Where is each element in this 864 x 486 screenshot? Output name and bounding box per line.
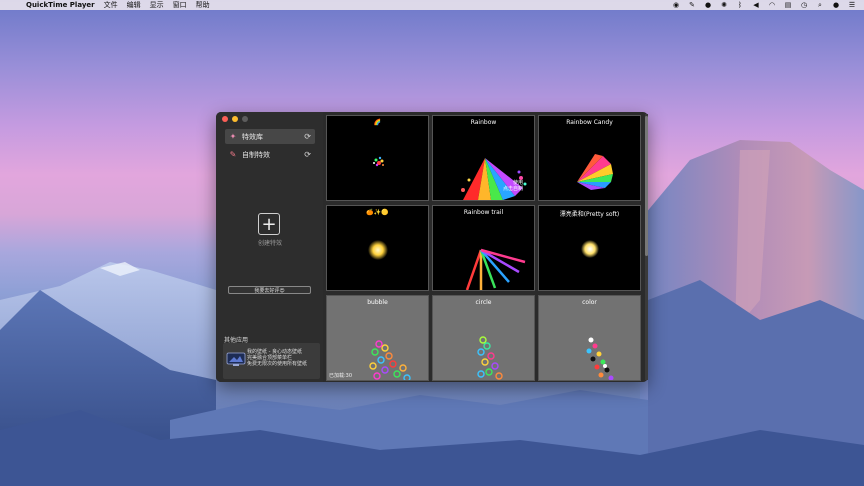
other-app-ad[interactable]: 我的壁纸 - 良心动态壁纸 完美融合顶部菜单栏 免费无限次的使用所有壁纸: [223, 343, 320, 379]
ad-text: 我的壁纸 - 良心动态壁纸 完美融合顶部菜单栏 免费无限次的使用所有壁纸: [247, 349, 307, 367]
loaded-count: 已加载:30: [329, 373, 353, 379]
effect-card[interactable]: 🍊✨🟡: [326, 205, 429, 291]
zoom-button[interactable]: [242, 116, 248, 122]
effect-card[interactable]: 🌈: [326, 115, 429, 201]
menu-bar: QuickTime Player 文件 编辑 显示 窗口 帮助 ◉ ✎ ● ✺ …: [0, 0, 864, 10]
refresh-icon[interactable]: ⟳: [304, 132, 311, 141]
refresh-icon[interactable]: ⟳: [304, 150, 311, 159]
overlay-line-2: 点击自制: [503, 186, 524, 192]
menu-view[interactable]: 显示: [150, 0, 164, 10]
effect-card[interactable]: Rainbow trail: [432, 205, 535, 291]
effect-card[interactable]: 漂亮柔和(Pretty soft): [538, 205, 641, 291]
sidebar: ✦ 特效库 ⟳ ✎ 自制特效 ⟳ + 创建特效 我要去好评😍 其他应用 我的壁纸…: [216, 112, 323, 382]
sidebar-item-label: 特效库: [242, 132, 263, 141]
wechat-icon[interactable]: ●: [704, 1, 712, 9]
soft-dot-preview: [581, 240, 599, 258]
brush-icon: ✎: [229, 150, 237, 159]
create-effect-button[interactable]: +: [258, 213, 280, 235]
clock-icon[interactable]: ◷: [800, 1, 808, 9]
circles-preview: [477, 336, 503, 380]
status-area: ◉ ✎ ● ✺ ᛒ ◀ ◠ ▤ ◷ ⌕ ● ☰: [672, 0, 856, 10]
scrollbar-thumb[interactable]: [645, 116, 648, 256]
overlay-text: 使用 点击自制: [503, 180, 523, 192]
sidebar-item-custom-effects[interactable]: ✎ 自制特效 ⟳: [225, 147, 315, 162]
ad-line-3: 免费无限次的使用所有壁纸: [247, 361, 308, 367]
flag-icon[interactable]: ▤: [784, 1, 792, 9]
effect-card[interactable]: Rainbow 使用 点击自制: [432, 115, 535, 201]
menu-edit[interactable]: 编辑: [127, 0, 141, 10]
menu-window[interactable]: 窗口: [173, 0, 187, 10]
volume-icon[interactable]: ◀: [752, 1, 760, 9]
sidebar-item-label: 自制特效: [242, 150, 270, 159]
menu-file[interactable]: 文件: [104, 0, 118, 10]
grid-scrollbar[interactable]: [645, 114, 648, 380]
plus-icon: +: [261, 214, 277, 235]
effect-card[interactable]: color: [538, 295, 641, 381]
menu-app-name[interactable]: QuickTime Player: [26, 1, 95, 9]
sidebar-item-effects-library[interactable]: ✦ 特效库 ⟳: [225, 129, 315, 144]
minimize-button[interactable]: [232, 116, 238, 122]
bubbles-preview: [369, 340, 411, 380]
close-button[interactable]: [222, 116, 228, 122]
rainbow-fan-preview: [577, 154, 613, 190]
effect-card[interactable]: circle: [432, 295, 535, 381]
wallpaper-app-icon: [226, 352, 246, 366]
effects-grid: 🌈 Rainbow 使用 点击自制 Rainbow Candy 🍊✨🟡 Rain…: [326, 115, 644, 382]
search-icon[interactable]: ⌕: [816, 1, 824, 9]
effect-card[interactable]: Rainbow Candy: [538, 115, 641, 201]
effect-card[interactable]: bubble 已加载:30: [326, 295, 429, 381]
record-icon[interactable]: ◉: [672, 1, 680, 9]
effects-window: ✦ 特效库 ⟳ ✎ 自制特效 ⟳ + 创建特效 我要去好评😍 其他应用 我的壁纸…: [216, 112, 648, 382]
glow-dot-preview: [368, 240, 388, 260]
tool-icon[interactable]: ✎: [688, 1, 696, 9]
wand-icon: ✦: [229, 132, 237, 141]
menu-help[interactable]: 帮助: [196, 0, 210, 10]
color-dots-preview: [586, 337, 614, 380]
create-effect-label: 创建特效: [257, 240, 282, 247]
wifi-icon[interactable]: ◠: [768, 1, 776, 9]
user-icon[interactable]: ●: [832, 1, 840, 9]
review-button[interactable]: 我要去好评😍: [228, 286, 311, 294]
rainbow-rays-preview: [465, 248, 526, 290]
window-controls: [222, 116, 248, 122]
list-icon[interactable]: ☰: [848, 1, 856, 9]
bluetooth-icon[interactable]: ᛒ: [736, 1, 744, 9]
small-burst-preview: [373, 156, 384, 167]
brightness-icon[interactable]: ✺: [720, 1, 728, 9]
